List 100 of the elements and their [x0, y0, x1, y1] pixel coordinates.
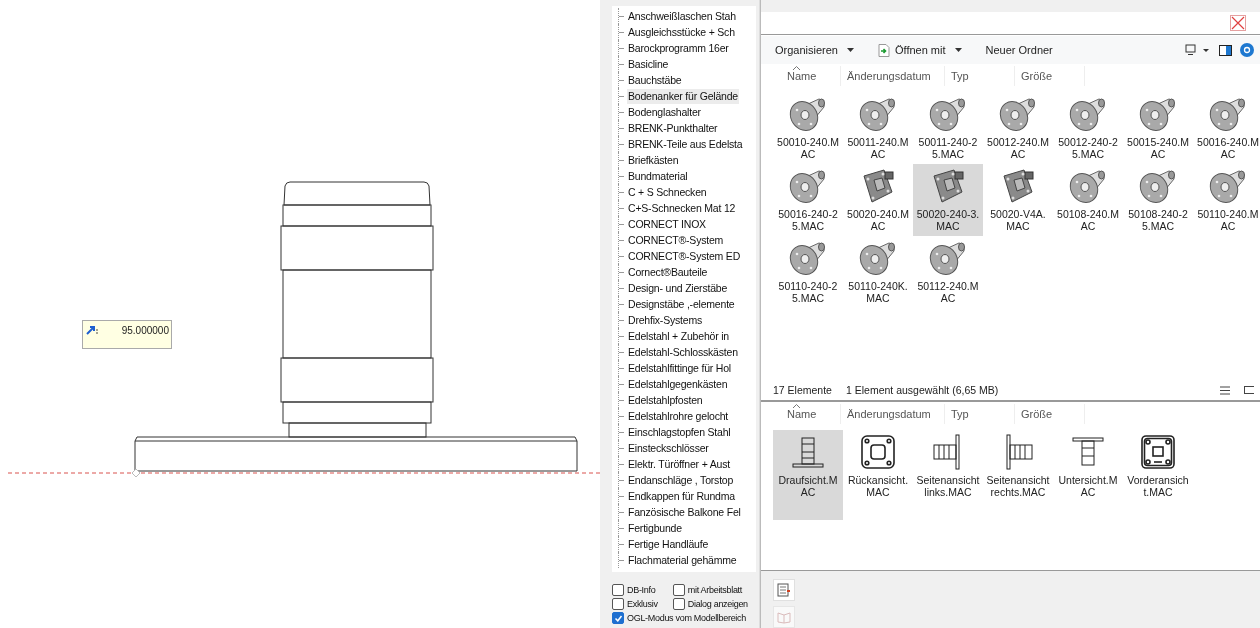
file-item[interactable]: 50020-V4A.MAC: [983, 164, 1053, 236]
checkbox-label: Exklusiv: [627, 599, 658, 609]
file-item[interactable]: 50110-240K.MAC: [843, 236, 913, 308]
file-name: Draufsicht.MAC: [777, 474, 839, 498]
tree-item[interactable]: Endanschläge , Torstop: [627, 472, 735, 488]
tree-item[interactable]: Bodenanker für Gelände: [627, 88, 739, 104]
tooltip-value: 95.000000: [121, 325, 169, 336]
book-icon: [777, 610, 791, 624]
tree-item[interactable]: Bundmaterial: [627, 168, 689, 184]
file-name: 50012-240-25.MAC: [1057, 136, 1119, 160]
tree-item[interactable]: Anschweißlaschen Stah: [627, 8, 737, 24]
file-item[interactable]: 50020-240.MAC: [843, 164, 913, 236]
tree-item[interactable]: Briefkästen: [627, 152, 680, 168]
close-icon[interactable]: [1230, 15, 1246, 31]
file-name: Seitenansicht links.MAC: [916, 474, 980, 498]
toolbar-button[interactable]: Organisieren: [771, 42, 858, 58]
tree-item[interactable]: BRENK-Punkthalter: [627, 120, 719, 136]
tiles-view-icon[interactable]: [1244, 385, 1254, 395]
tree-item[interactable]: C + S Schnecken: [627, 184, 708, 200]
file-item[interactable]: 50110-240.MAC: [1193, 164, 1260, 236]
export-table-button[interactable]: [773, 579, 795, 601]
tree-item[interactable]: Einsteckschlösser: [627, 440, 710, 456]
tree-item[interactable]: Ausgleichsstücke + Sch: [627, 24, 736, 40]
file-item[interactable]: 50010-240.MAC: [773, 92, 843, 164]
file-item[interactable]: Untersicht.MAC: [1053, 430, 1123, 520]
toolbar-button[interactable]: Öffnen mit: [874, 41, 966, 59]
file-item[interactable]: 50020-240-3.MAC: [913, 164, 983, 236]
file-item[interactable]: 50012-240.MAC: [983, 92, 1053, 164]
file-item[interactable]: 50012-240-25.MAC: [1053, 92, 1123, 164]
file-name: 50110-240-25.MAC: [777, 280, 839, 304]
tree-item[interactable]: Flachmaterial gehämme: [627, 552, 738, 568]
file-item[interactable]: 50011-240-25.MAC: [913, 92, 983, 164]
tree-item[interactable]: BRENK-Teile aus Edelsta: [627, 136, 744, 152]
sort-icon: [793, 66, 800, 70]
file-name: Rückansicht.MAC: [846, 474, 910, 498]
help-icon[interactable]: [1240, 43, 1254, 57]
file-item[interactable]: Seitenansicht rechts.MAC: [983, 430, 1053, 520]
details-view-icon[interactable]: [1220, 385, 1230, 395]
tree-item[interactable]: Fertigbunde: [627, 520, 683, 536]
tree-item[interactable]: Design- und Zierstäbe: [627, 280, 729, 296]
file-name: 50015-240.MAC: [1126, 136, 1190, 160]
toolbar-button[interactable]: Neuer Ordner: [981, 42, 1057, 58]
file-item[interactable]: Vorderansicht.MAC: [1123, 430, 1193, 520]
tree-item[interactable]: Einschlagstopfen Stahl: [627, 424, 732, 440]
tree-item[interactable]: Endkappen für Rundma: [627, 488, 736, 504]
sort-icon: [793, 404, 800, 408]
file-item[interactable]: Seitenansicht links.MAC: [913, 430, 983, 520]
tree-item[interactable]: Edelstahl + Zubehör in: [627, 328, 730, 344]
checkbox[interactable]: [612, 584, 624, 596]
file-item[interactable]: Draufsicht.MAC: [773, 430, 843, 520]
view-icon[interactable]: [1185, 44, 1211, 56]
file-item[interactable]: 50112-240.MAC: [913, 236, 983, 308]
file-name: 50012-240.MAC: [986, 136, 1050, 160]
file-name: Seitenansicht rechts.MAC: [986, 474, 1050, 498]
file-item[interactable]: 50016-240-25.MAC: [773, 164, 843, 236]
tree-item[interactable]: Edelstahl-Schlosskästen: [627, 344, 739, 360]
caret-icon: [847, 48, 854, 52]
tree-item[interactable]: Edelstahlgegenkästen: [627, 376, 729, 392]
file-name: 50108-240.MAC: [1056, 208, 1120, 232]
tree-item[interactable]: Elektr. Türöffner + Aust: [627, 456, 731, 472]
file-item[interactable]: Rückansicht.MAC: [843, 430, 913, 520]
front-view-icon: [1138, 432, 1178, 472]
tree-item[interactable]: CORNECT®-System ED: [627, 248, 742, 264]
preview-pane-icon[interactable]: [1219, 44, 1232, 56]
checkbox[interactable]: [672, 584, 685, 596]
tree-item[interactable]: CORNECT INOX: [627, 216, 707, 232]
checkbox-label: DB-Info: [627, 585, 656, 595]
tree-item[interactable]: Cornect®Bauteile: [627, 264, 709, 280]
tree-item[interactable]: CORNECT®-System: [627, 232, 725, 248]
open-file-icon: [878, 43, 890, 57]
tree-item[interactable]: Fertige Handläufe: [627, 536, 710, 552]
tree-item[interactable]: Edelstahlrohre gelocht: [627, 408, 730, 424]
file-item[interactable]: 50011-240.MAC: [843, 92, 913, 164]
file-item[interactable]: 50016-240.MAC: [1193, 92, 1260, 164]
checkbox[interactable]: [612, 612, 624, 624]
tree-item[interactable]: Edelstahlfittinge für Hol: [627, 360, 732, 376]
tree-item[interactable]: Designstäbe ,-elemente: [627, 296, 736, 312]
tree-item[interactable]: Basicline: [627, 56, 670, 72]
tree-item[interactable]: Bauchstäbe: [627, 72, 683, 88]
address-bar[interactable]: [761, 12, 1260, 35]
file-name: 50010-240.MAC: [776, 136, 840, 160]
checkbox[interactable]: [612, 598, 624, 610]
file-name: 50110-240.MAC: [1196, 208, 1260, 232]
file-name: 50016-240.MAC: [1196, 136, 1260, 160]
file-item[interactable]: 50108-240.MAC: [1053, 164, 1123, 236]
file-item[interactable]: 50110-240-25.MAC: [773, 236, 843, 308]
file-name: 50016-240-25.MAC: [777, 208, 839, 232]
tree-item[interactable]: Drehfix-Systems: [627, 312, 703, 328]
file-item[interactable]: 50108-240-25.MAC: [1123, 164, 1193, 236]
file-name: 50108-240-25.MAC: [1127, 208, 1189, 232]
file-item[interactable]: 50015-240.MAC: [1123, 92, 1193, 164]
file-name: 50020-240-3.MAC: [916, 208, 980, 232]
tree-item[interactable]: C+S-Schnecken Mat 12: [627, 200, 737, 216]
tree-item[interactable]: Fanzösische Balkone Fel: [627, 504, 742, 520]
tree-item[interactable]: Edelstahlpfosten: [627, 392, 704, 408]
tree-item[interactable]: Bodenglashalter: [627, 104, 702, 120]
tree-item[interactable]: Barockprogramm 16er: [627, 40, 730, 56]
checkbox[interactable]: [672, 598, 685, 610]
table-export-icon: [777, 583, 791, 597]
value-input-tooltip[interactable]: 95.000000: [82, 320, 172, 349]
